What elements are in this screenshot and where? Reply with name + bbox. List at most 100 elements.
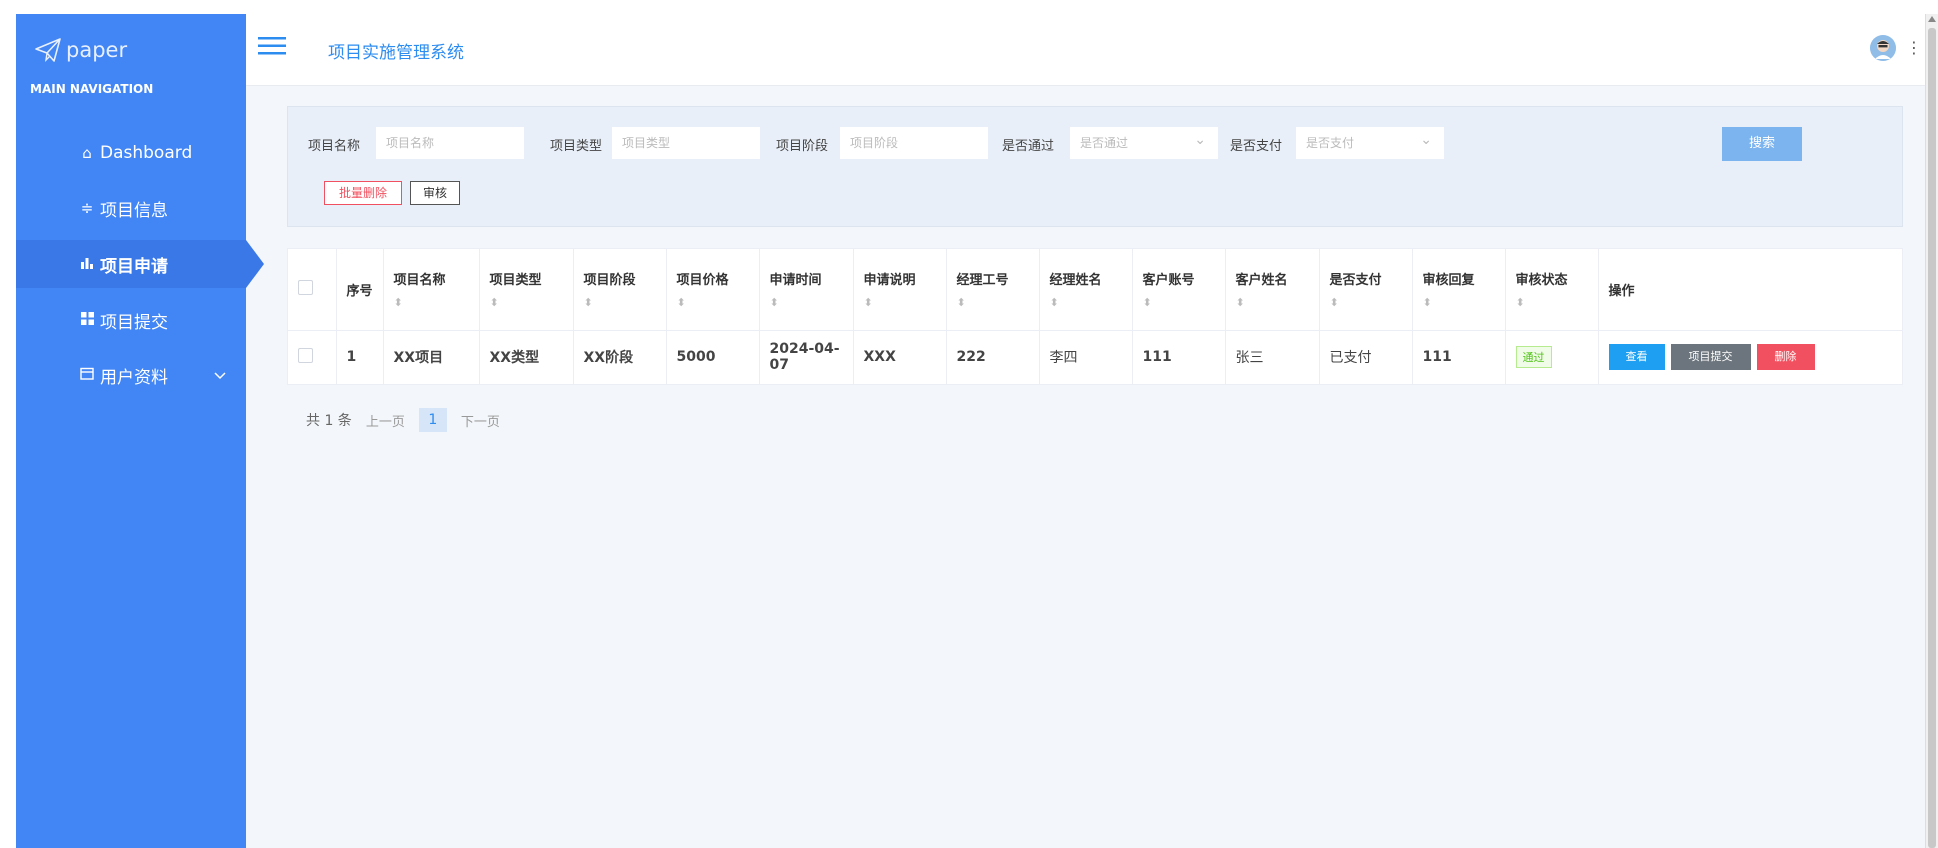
top-bar: 项目实施管理系统 ⋮ [246,14,1926,86]
col-header-label: 客户账号 [1142,273,1195,289]
view-button[interactable]: 查看 [1608,344,1665,371]
sidebar-item-project-apply[interactable]: 项目申请 [16,240,264,288]
delete-button[interactable]: 删除 [1756,344,1815,371]
sidebar-item-dashboard[interactable]: ⌂ Dashboard [16,129,246,177]
sidebar-item-label: 项目提交 [100,312,168,333]
project-stage-input[interactable]: 项目阶段 [840,127,988,159]
logo[interactable]: paper [34,30,127,70]
batch-delete-button[interactable]: 批量删除 [324,181,402,205]
col-header[interactable]: 经理工号 ⬍ [946,249,1040,331]
sort-icon[interactable]: ⬍ [394,296,469,309]
col-header-label: 经理工号 [956,273,1009,289]
col-header[interactable]: 审核回复 ⬍ [1412,249,1506,331]
label-project-stage: 项目阶段 [776,139,829,154]
approved-select[interactable]: 是否通过 [1070,124,1218,159]
col-header[interactable]: 项目阶段 ⬍ [573,249,667,331]
sliders-icon: ≑ [80,199,94,217]
chevron-down-icon [214,365,226,385]
table-row: 1 XX项目 XX类型 XX阶段 5000 2024-04-07 XXX 222… [288,330,1902,384]
cell-status: 通过 [1505,330,1599,384]
label-project-type: 项目类型 [550,139,603,154]
col-header: 序号 [336,249,384,331]
logo-text: paper [66,38,128,62]
row-checkbox[interactable] [298,347,313,363]
col-header[interactable]: 客户姓名 ⬍ [1225,249,1320,331]
table-header-row: 序号 项目名称 ⬍ 项目类型 ⬍ 项目阶段 ⬍ 项目价格 ⬍ 申请时间 ⬍ 申请说明 ⬍ 经… [288,249,1902,331]
col-header[interactable]: 项目价格 ⬍ [666,249,760,331]
page-number-1[interactable]: 1 [418,408,447,432]
sort-icon[interactable]: ⬍ [1050,296,1122,309]
audit-button[interactable]: 审核 [410,181,460,205]
col-header-label: 审核回复 [1422,273,1475,289]
select-all-checkbox[interactable] [298,279,313,295]
avatar[interactable] [1870,35,1896,61]
col-header[interactable]: 审核状态 ⬍ [1505,249,1599,331]
vertical-scrollbar[interactable] [1925,14,1938,848]
col-header[interactable]: 申请时间 ⬍ [759,249,854,331]
col-header-label: 客户姓名 [1235,273,1288,289]
nav-header: MAIN NAVIGATION [30,82,154,96]
prev-page-button[interactable]: 上一页 [366,411,405,430]
more-options-icon[interactable]: ⋮ [1906,38,1922,58]
sidebar-item-project-info[interactable]: ≑ 项目信息 [16,184,246,232]
data-table: 序号 项目名称 ⬍ 项目类型 ⬍ 项目阶段 ⬍ 项目价格 ⬍ 申请时间 ⬍ 申请说明 ⬍ 经… [287,248,1903,385]
sidebar-item-user-profile[interactable]: 用户资料 [16,351,246,399]
cell-stage: XX阶段 [573,330,667,384]
search-button[interactable]: 搜索 [1722,127,1802,161]
app-window: paper MAIN NAVIGATION ⌂ Dashboard ≑ 项目信息… [16,14,1926,848]
cell-actions: 查看 项目提交 删除 [1598,330,1902,384]
page-title: 项目实施管理系统 [328,43,464,63]
cell-customer-name: 张三 [1225,330,1320,384]
label-project-name: 项目名称 [308,139,361,154]
select-all-cell [288,249,337,331]
sort-icon[interactable]: ⬍ [1143,296,1215,309]
sort-icon[interactable]: ⬍ [677,296,749,309]
sort-icon[interactable]: ⬍ [1516,296,1588,309]
cell-time: 2024-04-07 [759,330,854,384]
col-header: 操作 [1598,249,1902,331]
cell-manager-id: 222 [946,330,1040,384]
menu-toggle-icon[interactable] [258,36,286,60]
next-page-button[interactable]: 下一页 [461,411,500,430]
sort-icon[interactable]: ⬍ [957,296,1029,309]
col-header-label: 项目阶段 [583,273,636,289]
col-header[interactable]: 经理姓名 ⬍ [1039,249,1133,331]
cell-index: 1 [336,330,384,384]
sort-icon[interactable]: ⬍ [1423,296,1495,309]
paper-plane-icon [35,38,61,62]
cell-desc: XXX [853,330,947,384]
sidebar-item-project-submit[interactable]: 项目提交 [16,296,246,344]
col-header[interactable]: 项目名称 ⬍ [383,249,480,331]
sort-icon[interactable]: ⬍ [864,296,936,309]
label-approved: 是否通过 [1002,139,1055,154]
project-submit-button[interactable]: 项目提交 [1670,344,1751,371]
paid-select[interactable]: 是否支付 [1296,124,1444,159]
sort-icon[interactable]: ⬍ [584,296,656,309]
sort-icon[interactable]: ⬍ [1236,296,1309,309]
sort-icon[interactable]: ⬍ [490,296,563,309]
col-header-label: 审核状态 [1515,273,1568,289]
cell-manager-name: 李四 [1039,330,1133,384]
sidebar-item-label: Dashboard [100,143,193,163]
sort-icon[interactable]: ⬍ [1330,296,1402,309]
col-header[interactable]: 项目类型 ⬍ [479,249,574,331]
sidebar-item-label: 用户资料 [100,367,168,388]
bar-chart-icon [78,255,96,273]
home-icon: ⌂ [82,144,92,162]
col-header-label: 经理姓名 [1049,273,1102,289]
project-name-input[interactable]: 项目名称 [376,127,524,159]
pagination-total: 共 1 条 [306,413,352,429]
sidebar-item-label: 项目申请 [100,256,168,277]
project-type-input[interactable]: 项目类型 [612,127,760,159]
col-header-label: 项目价格 [676,273,729,289]
cell-name: XX项目 [383,330,480,384]
col-header[interactable]: 是否支付 ⬍ [1319,249,1413,331]
col-header[interactable]: 客户账号 ⬍ [1132,249,1226,331]
cell-reply: 111 [1412,330,1506,384]
scroll-up-icon[interactable] [1928,16,1936,22]
scrollbar-thumb[interactable] [1928,28,1936,848]
sidebar: paper MAIN NAVIGATION ⌂ Dashboard ≑ 项目信息… [16,14,264,848]
sort-icon[interactable]: ⬍ [770,296,843,309]
cell-type: XX类型 [479,330,574,384]
col-header[interactable]: 申请说明 ⬍ [853,249,947,331]
